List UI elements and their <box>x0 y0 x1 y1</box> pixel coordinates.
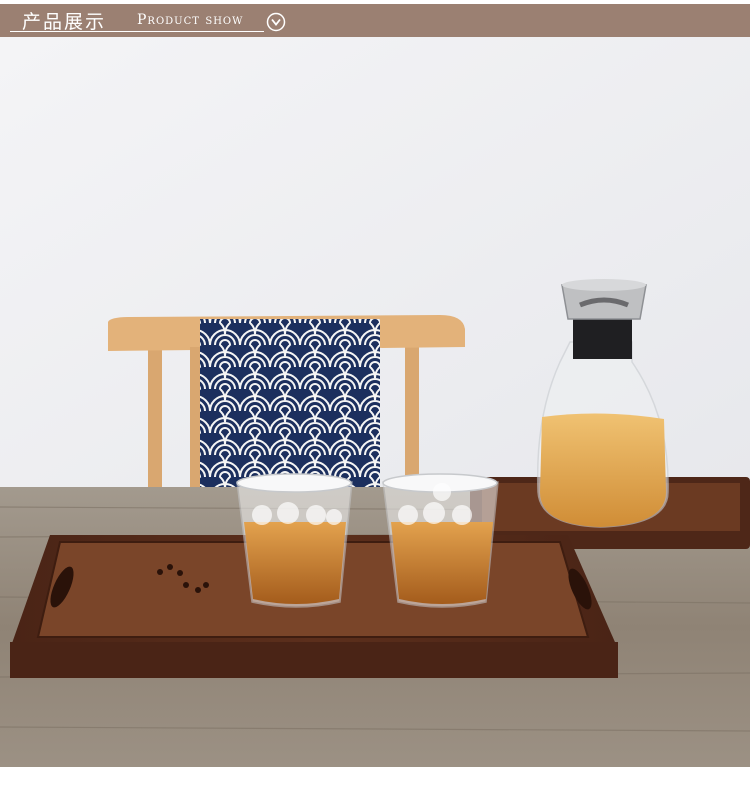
chevron-down-circle-icon <box>266 12 286 32</box>
wave-pattern-cloth <box>200 319 380 487</box>
tea-glass <box>236 473 353 608</box>
title-underline <box>10 31 264 32</box>
section-title-cn: 产品展示 <box>22 11 107 33</box>
product-photo <box>0 37 750 767</box>
section-title-en: Product show <box>137 12 244 28</box>
tea-glass <box>382 473 499 608</box>
section-header: 产品展示 Product show <box>0 4 750 37</box>
